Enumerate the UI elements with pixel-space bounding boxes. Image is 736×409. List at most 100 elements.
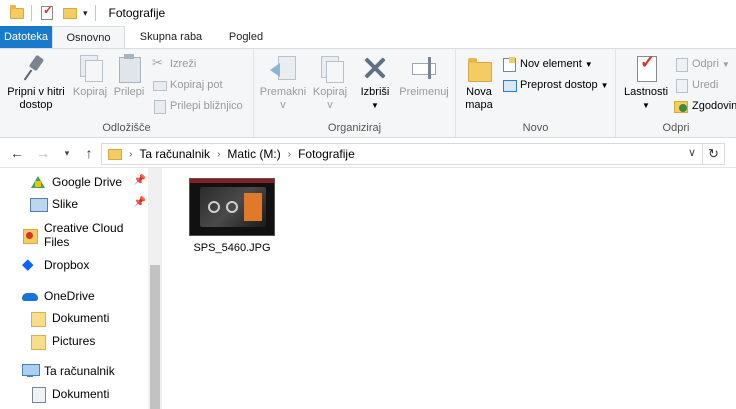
google-drive-icon [30,175,46,189]
documents-icon [30,387,46,403]
edit-label: Uredi [692,79,719,91]
chevron-down-icon: ▼ [584,59,593,69]
paste-shortcut-button[interactable]: Prilepi bližnjico [152,97,243,115]
delete-icon [360,53,390,83]
onedrive-icon [22,289,38,303]
history-button[interactable]: Zgodovina [674,97,736,115]
properties-button[interactable]: Lastnosti ▼ [620,53,672,112]
chevron-right-icon[interactable]: › [288,149,291,160]
address-history-chevron-icon[interactable]: ∨ [688,146,696,159]
rename-button[interactable]: Preimenuj [396,53,452,99]
nav-item-label: Creative Cloud Files [44,221,124,249]
easy-access-label: Preprost dostop [520,79,598,91]
nav-item-dokumenti[interactable]: Dokumenti [0,307,148,329]
nav-item-dropbox[interactable]: Dropbox [0,254,148,276]
nav-item-label: Ta računalnik [44,364,115,378]
pin-icon[interactable]: 📌 [134,175,146,186]
paste-button[interactable]: Prilepi [110,53,148,99]
nav-item-documents[interactable]: Dokumenti [0,383,148,405]
copy-to-label-line2: v [327,99,333,111]
nav-item-google-drive[interactable]: Google Drive 📌 [0,171,148,193]
nav-item-label: OneDrive [44,289,95,303]
title-bar: ▾ Fotografije [0,0,736,26]
computer-icon [22,364,40,378]
folder-icon [108,148,122,160]
dropbox-icon [22,255,38,273]
pin-to-quick-access-button[interactable]: Pripni v hitri dostop [4,53,68,112]
thumbnail-detail [226,201,238,213]
recent-locations-chevron-icon[interactable]: ▾ [58,144,76,162]
thumbnail-detail [208,201,220,213]
nav-item-label: Dokumenti [52,311,110,325]
ribbon: Pripni v hitri dostop Kopiraj Prilepi Iz… [0,48,736,138]
easy-access-icon [502,78,517,92]
nav-item-label: Slike [52,197,79,211]
chevron-right-icon[interactable]: › [217,149,220,160]
scrollbar-thumb[interactable] [150,265,160,409]
easy-access-button[interactable]: Preprost dostop ▼ [502,76,609,94]
file-name: SPS_5460.JPG [193,242,271,254]
breadcrumb-folder[interactable]: Fotografije [298,147,355,161]
chevron-down-icon: ▼ [600,80,609,90]
tab-share[interactable]: Skupna raba [132,26,210,48]
pictures-icon [30,197,48,212]
address-bar[interactable]: › Ta računalnik › Matic (M:) › Fotografi… [101,143,703,165]
quick-access-toolbar: ▾ [0,0,103,26]
breadcrumb-drive[interactable]: Matic (M:) [227,147,280,161]
nav-item-slike[interactable]: Slike 📌 [0,193,148,215]
new-folder-label-line1: Nova [466,86,492,98]
new-item-button[interactable]: Nov element ▼ [502,55,593,73]
file-item[interactable]: SPS_5460.JPG [186,178,278,254]
chevron-down-icon: ▼ [371,101,379,110]
cut-button[interactable]: Izreži [152,55,196,73]
delete-button[interactable]: Izbriši ▼ [355,53,395,112]
copy-path-button[interactable]: Kopiraj pot [152,76,223,94]
thumbnail-detail [244,193,262,221]
chevron-down-icon: ▼ [721,59,730,69]
up-arrow-icon[interactable]: ↑ [80,144,98,162]
breadcrumb-this-pc[interactable]: Ta računalnik [139,147,210,161]
new-folder-icon[interactable] [63,7,77,19]
copy-to-label-line1: Kopiraj [312,86,348,98]
copy-button[interactable]: Kopiraj [70,53,110,99]
copy-to-button[interactable]: Kopiraj v [308,53,352,112]
move-to-label-line1: Premakni [259,86,307,98]
chevron-right-icon[interactable]: › [129,149,132,160]
tab-file[interactable]: Datoteka [0,26,52,48]
copy-label: Kopiraj [72,86,108,98]
back-arrow-icon[interactable]: ← [8,144,26,162]
pin-label-line1: Pripni v hitri [7,86,65,98]
nav-item-creative-cloud[interactable]: Creative Cloud Files [0,221,148,249]
copy-path-icon [152,78,167,92]
new-item-icon [502,57,516,72]
tab-view[interactable]: Pogled [218,26,274,48]
window-title: Fotografije [108,6,166,20]
creative-cloud-icon [22,228,38,244]
nav-item-pictures[interactable]: Pictures [0,330,148,352]
new-folder-icon [464,53,494,83]
pin-icon [21,53,51,83]
new-group: Nova mapa Nov element ▼ Preprost dostop … [456,49,616,137]
properties-label: Lastnosti [623,86,669,98]
paste-label: Prilepi [113,86,145,98]
history-icon [674,99,688,113]
pin-icon[interactable]: 📌 [134,197,146,208]
customize-toolbar-icon[interactable]: ▾ [83,8,88,19]
open-button[interactable]: Odpri ▼ [674,55,730,73]
image-thumbnail [189,178,275,236]
edit-button[interactable]: Uredi [674,76,718,94]
properties-icon[interactable] [41,3,53,20]
nav-item-label: Dokumenti [52,387,110,401]
move-to-button[interactable]: Premakni v [258,53,308,112]
cut-label: Izreži [170,58,197,70]
paste-shortcut-icon [152,99,166,114]
tab-home[interactable]: Osnovno [52,26,125,49]
nav-item-onedrive[interactable]: OneDrive [0,285,148,307]
refresh-icon[interactable]: ↻ [703,143,725,165]
forward-arrow-icon[interactable]: → [34,144,52,162]
chevron-down-icon: ▼ [642,101,650,110]
copy-icon [75,53,105,83]
folder-icon [10,4,24,19]
nav-item-this-pc[interactable]: Ta računalnik [0,360,148,382]
new-folder-button[interactable]: Nova mapa [460,53,498,112]
